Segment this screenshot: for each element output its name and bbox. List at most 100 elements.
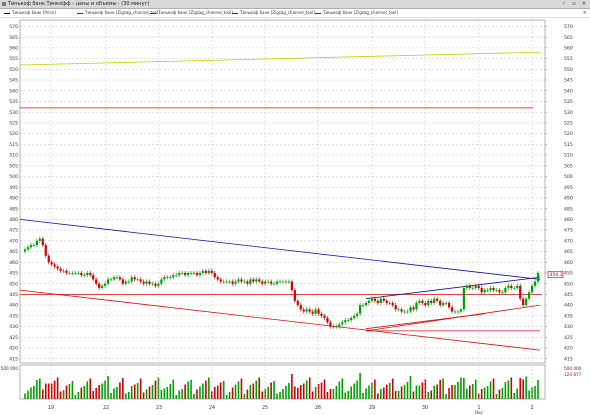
volume-bar (145, 389, 148, 399)
price-tick-label-right: 415 (564, 356, 573, 362)
candle-body (80, 272, 83, 276)
volume-bar (291, 374, 293, 399)
price-tick-label-left: 565 (9, 35, 18, 41)
legend-item-zigzag-3[interactable]: Тинькоф банк [Zigzag_channel_tool] (232, 9, 315, 17)
volume-bar (142, 392, 145, 399)
candle-body (361, 305, 365, 306)
candle-body (112, 277, 116, 280)
candle-body (305, 309, 308, 312)
candle-body (501, 292, 504, 294)
volume-bar (457, 382, 459, 399)
candle-body (29, 245, 33, 248)
volume-bar (448, 388, 450, 399)
price-tick-label-left: 475 (9, 228, 18, 234)
candle-body (504, 287, 507, 293)
close-icon[interactable]: ✕ (580, 1, 588, 7)
yellow-trendline (19, 51, 542, 66)
candle-body (154, 283, 157, 286)
volume-bar (501, 388, 504, 399)
volume-bar (516, 388, 519, 399)
candle-body (507, 285, 510, 288)
volume-bar (430, 390, 433, 399)
restore-icon[interactable]: ▫ (570, 1, 578, 7)
volume-bar (157, 377, 160, 399)
price-tick-label-right: 550 (564, 67, 573, 73)
legend-item-zigzag-2[interactable]: Тинькоф банк [Zigzag_channel_tool] (150, 9, 233, 17)
volume-bar (169, 384, 172, 399)
candle-body (364, 302, 368, 306)
candle-body (278, 281, 282, 283)
volume-bar (498, 389, 501, 399)
volume-bar (308, 377, 311, 399)
volume-bar (139, 378, 142, 399)
price-tick-label-right: 435 (564, 313, 573, 319)
volume-left-label: 500 000 (1, 366, 19, 371)
candle-body (480, 287, 483, 293)
volume-bar (338, 381, 341, 399)
volume-bar (486, 386, 489, 399)
candle-body (293, 290, 296, 301)
legend-item-zigzag-1[interactable]: Тинькоф банк [Zigzag_channel_tool] (77, 9, 160, 17)
volume-bar (335, 386, 338, 399)
volume-bar (130, 386, 133, 399)
price-tick-label-right: 450 (564, 281, 573, 287)
candle-body (314, 309, 317, 314)
volume-bar (219, 382, 222, 399)
volume-bar (353, 383, 355, 399)
candle-body (145, 281, 148, 284)
volume-bar (507, 380, 510, 399)
candle-body (77, 272, 80, 274)
price-tick-label-right: 495 (564, 185, 573, 191)
legend-item-price[interactable]: Тинькоф банк [Price] (4, 9, 56, 17)
candle-body (204, 270, 207, 273)
volume-bar (362, 393, 364, 399)
price-axis: 570 570 565 565 560 560 555 555 550 550 545 545 540 5… (9, 24, 573, 362)
candle-body (181, 272, 184, 274)
candle-body (376, 300, 379, 303)
candle-body (169, 277, 172, 279)
candle-body (74, 272, 77, 274)
candle-body (430, 300, 433, 303)
price-tick-label-left: 435 (9, 313, 18, 319)
candle-body (498, 290, 501, 293)
candle-body (415, 302, 418, 310)
candle-body (424, 302, 427, 306)
candle-body (290, 281, 293, 291)
price-tick-label-right: 515 (564, 142, 573, 148)
volume-bar (74, 395, 77, 399)
candle-body (139, 279, 142, 282)
candle-body (281, 281, 285, 283)
pin-icon[interactable]: ✓ (560, 1, 568, 7)
price-pane-frame (19, 19, 546, 364)
candle-body (98, 283, 101, 288)
candle-body (379, 298, 382, 303)
candle-body (350, 317, 353, 321)
volume-bar (285, 386, 287, 399)
legend-item-zigzag-4[interactable]: Тинькоф банк [Zigzag_channel_tool] (315, 9, 398, 17)
volume-bar (122, 378, 124, 399)
candle-body (299, 305, 302, 310)
volume-bar (86, 381, 89, 399)
legend-close-icon[interactable]: × (583, 9, 587, 17)
volume-axis-label: 500 000 (564, 366, 582, 371)
price-tick-label-right: 570 (564, 24, 573, 30)
candle-body (427, 300, 430, 306)
volume-bar (98, 385, 100, 399)
price-tick-label-left: 540 (9, 88, 18, 94)
legend-label: Тинькоф банк [Zigzag_channel_tool] (158, 10, 233, 15)
price-chart[interactable]: 570 570 565 565 560 560 555 555 550 550 545 545 540 5… (0, 18, 590, 415)
candle-body (264, 281, 267, 284)
volume-bar (489, 381, 492, 399)
volume-bar (323, 379, 326, 399)
volume-bar (36, 380, 38, 399)
volume-bar (383, 387, 385, 399)
candle-body (255, 279, 258, 282)
candle-body (47, 255, 50, 263)
candle-body (447, 302, 451, 308)
volume-bar (297, 388, 299, 399)
candle-body (65, 270, 68, 273)
price-tick-label-left: 550 (9, 67, 18, 73)
window-title: Тинькоф банк Тинкофф - цены и объемы - (… (8, 1, 150, 7)
volume-bar (33, 386, 35, 399)
price-tick-label-left: 420 (9, 346, 18, 352)
